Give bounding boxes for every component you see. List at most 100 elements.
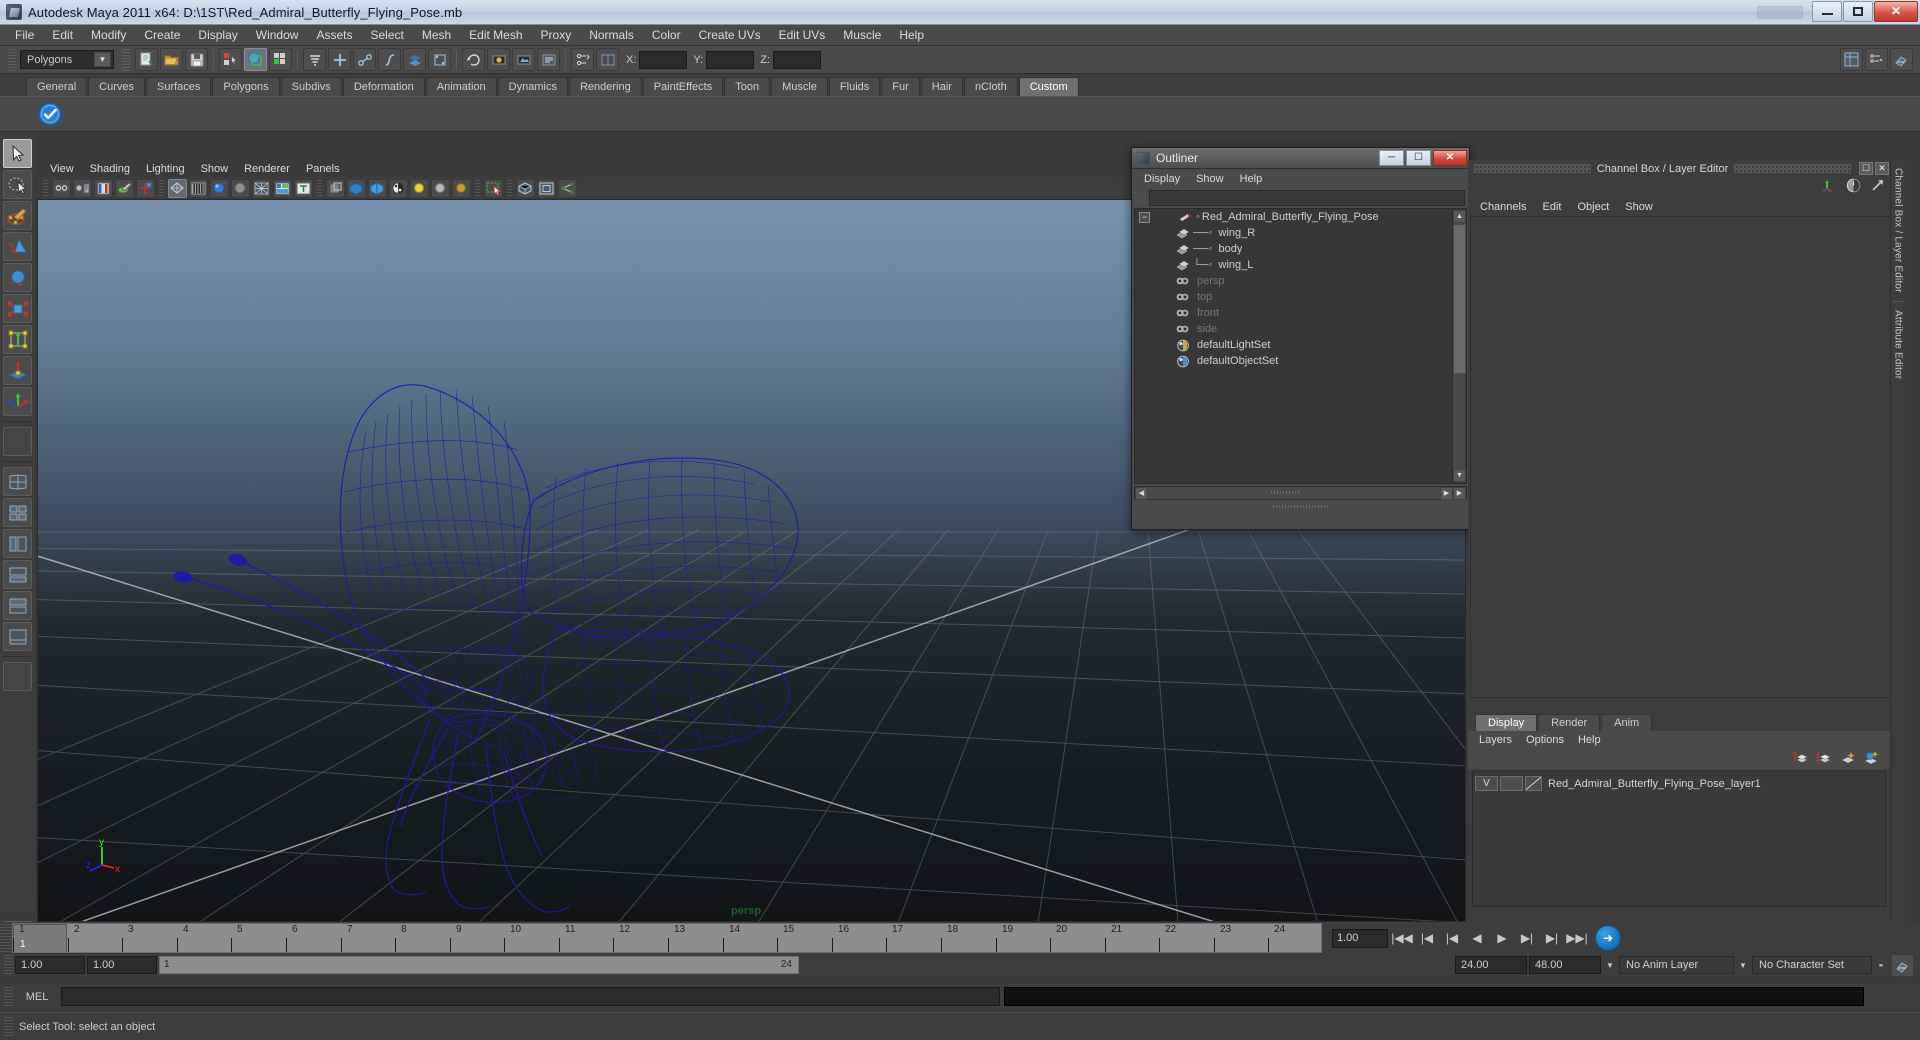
time-slider-grip[interactable] — [0, 924, 12, 952]
outliner-row-root[interactable]: − ◦ Red_Admiral_Butterfly_Flying_Pose — [1135, 209, 1466, 225]
character-set-chevron-icon[interactable]: ▼ — [1736, 956, 1750, 974]
menu-edit-mesh[interactable]: Edit Mesh — [460, 26, 531, 44]
shelf-tab-muscle[interactable]: Muscle — [771, 77, 828, 96]
menu-file[interactable]: File — [6, 26, 43, 44]
show-channel-box-button[interactable] — [1840, 48, 1863, 71]
select-by-hierarchy-button[interactable] — [219, 48, 242, 71]
range-start-field[interactable]: 1.00 — [15, 956, 85, 974]
shelf-tab-dynamics[interactable]: Dynamics — [497, 77, 568, 96]
outliner-menu-help[interactable]: Help — [1232, 172, 1271, 186]
outliner-row-front[interactable]: front — [1135, 305, 1466, 321]
paint-effects-globals-icon[interactable] — [115, 178, 134, 198]
outliner-resize-grip[interactable] — [1132, 502, 1469, 510]
manipulator-axis-icon[interactable] — [1821, 178, 1837, 196]
expand-arrow-icon[interactable] — [1870, 178, 1885, 196]
close-button[interactable]: ✕ — [1874, 0, 1918, 22]
wireframe-on-shaded-icon[interactable] — [252, 178, 271, 198]
shelf-tab-hair[interactable]: Hair — [920, 77, 963, 96]
create-layer-from-selected-icon[interactable] — [1863, 750, 1880, 768]
layer-color-swatch[interactable] — [1525, 776, 1542, 791]
menu-create[interactable]: Create — [135, 26, 189, 44]
snap-to-curve-button[interactable] — [353, 48, 376, 71]
clock-icon[interactable] — [1846, 178, 1861, 196]
chevron-down-icon[interactable]: ▼ — [94, 52, 111, 67]
quick-layout-outliner-persp[interactable] — [3, 529, 32, 558]
outliner-row-top[interactable]: top — [1135, 289, 1466, 305]
outliner-window[interactable]: Outliner ─ ☐ ✕ Display Show Help − ◦ Red… — [1131, 147, 1470, 530]
layer-menu-options[interactable]: Options — [1519, 733, 1571, 747]
rail-label-attribute-editor[interactable]: Attribute Editor — [1893, 310, 1904, 379]
move-layer-down-icon[interactable] — [1816, 750, 1834, 768]
coord-y-field[interactable] — [706, 50, 755, 69]
show-attribute-editor-button[interactable] — [1865, 48, 1888, 71]
menu-set-selector[interactable]: Polygons ▼ — [20, 50, 114, 69]
viewport-menu-renderer[interactable]: Renderer — [236, 162, 298, 176]
rail-label-channel-box[interactable]: Channel Box / Layer Editor — [1893, 168, 1904, 293]
anim-layer-chevron-icon[interactable]: ▼ — [1603, 956, 1617, 974]
use-all-lights-icon[interactable] — [431, 178, 450, 198]
camera-bookmark-icon[interactable] — [516, 178, 535, 198]
isolate-select-icon[interactable] — [484, 178, 503, 198]
layer-name[interactable]: Red_Admiral_Butterfly_Flying_Pose_layer1 — [1548, 778, 1761, 790]
go-to-start-button[interactable]: |◀◀ — [1391, 927, 1413, 949]
shelf-tab-fluids[interactable]: Fluids — [828, 77, 881, 96]
shelf-tab-curves[interactable]: Curves — [88, 77, 145, 96]
range-slider-grip[interactable] — [4, 955, 13, 975]
animation-preferences-button[interactable] — [1891, 953, 1914, 977]
go-to-end-button[interactable]: ▶▶| — [1566, 927, 1588, 949]
menu-modify[interactable]: Modify — [82, 26, 135, 44]
use-default-lighting-icon[interactable] — [410, 178, 429, 198]
menu-proxy[interactable]: Proxy — [532, 26, 581, 44]
help-line-grip[interactable] — [4, 1016, 13, 1037]
channel-menu-object[interactable]: Object — [1569, 200, 1617, 214]
viewport-menu-show[interactable]: Show — [193, 162, 237, 176]
smooth-shade-all-icon[interactable] — [189, 178, 208, 198]
dock-grip-left[interactable] — [1474, 164, 1591, 173]
select-by-component-type-button[interactable] — [269, 48, 292, 71]
anim-end-field[interactable]: 48.00 — [1529, 956, 1601, 974]
outliner-hscroll-thumb[interactable] — [1148, 487, 1440, 499]
layer-list[interactable]: V Red_Admiral_Butterfly_Flying_Pose_laye… — [1472, 771, 1886, 907]
channel-box-undock-button[interactable]: ☐ — [1859, 162, 1873, 175]
outliner-scroll-right-button-2[interactable]: ▶ — [1453, 486, 1466, 500]
channel-menu-channels[interactable]: Channels — [1472, 200, 1534, 214]
channel-menu-edit[interactable]: Edit — [1534, 200, 1569, 214]
lasso-select-tool[interactable] — [3, 170, 32, 199]
outliner-expander-root[interactable]: − — [1139, 211, 1150, 223]
wireframe-shading-icon[interactable] — [168, 178, 187, 198]
toolbox-empty-slot-1[interactable] — [3, 427, 32, 456]
menu-assets[interactable]: Assets — [307, 26, 361, 44]
xray-display-icon[interactable] — [326, 178, 345, 198]
outliner-search-input[interactable] — [1149, 190, 1465, 206]
universal-manipulator-tool[interactable] — [3, 325, 32, 354]
maximize-button[interactable] — [1843, 0, 1873, 22]
share-viewport-icon[interactable] — [558, 178, 577, 198]
command-line-grip[interactable] — [4, 986, 13, 1007]
menu-normals[interactable]: Normals — [580, 26, 643, 44]
step-back-key-button[interactable]: |◀ — [1441, 927, 1463, 949]
open-scene-button[interactable] — [160, 48, 183, 71]
character-set-dropdown[interactable]: No Character Set — [1752, 956, 1872, 974]
outliner-minimize-button[interactable]: ─ — [1379, 149, 1404, 166]
remote-session-icon[interactable]: ➜ — [1595, 925, 1621, 951]
scale-tool[interactable] — [3, 294, 32, 323]
outliner-scroll-up-button[interactable]: ▲ — [1453, 210, 1466, 223]
show-tool-settings-button[interactable] — [1890, 48, 1913, 71]
quick-layout-hypershade-persp[interactable] — [3, 591, 32, 620]
menu-create-uvs[interactable]: Create UVs — [690, 26, 770, 44]
snap-to-plane-button[interactable] — [403, 48, 426, 71]
snap-to-point-button[interactable] — [378, 48, 401, 71]
menu-help[interactable]: Help — [890, 26, 933, 44]
dock-grip-right[interactable] — [1734, 164, 1851, 173]
snap-to-grid-button[interactable] — [328, 48, 351, 71]
select-camera-icon[interactable] — [52, 178, 71, 198]
texture-display-icon[interactable] — [273, 178, 292, 198]
outliner-menu-display[interactable]: Display — [1136, 172, 1188, 186]
menu-muscle[interactable]: Muscle — [834, 26, 890, 44]
menu-color[interactable]: Color — [643, 26, 690, 44]
render-settings-button[interactable] — [537, 48, 560, 71]
tab-render[interactable]: Render — [1538, 714, 1601, 731]
outliner-vertical-scrollbar[interactable]: ▲ ▼ — [1452, 210, 1466, 482]
time-slider-track[interactable]: 1 1 2 3 4 5 6 7 8 9 10 11 12 13 14 15 16 17 18 19 20 21 22 23 2… — [12, 923, 1322, 953]
outliner-row-wing-l[interactable]: └─◦ wing_L — [1135, 257, 1466, 273]
